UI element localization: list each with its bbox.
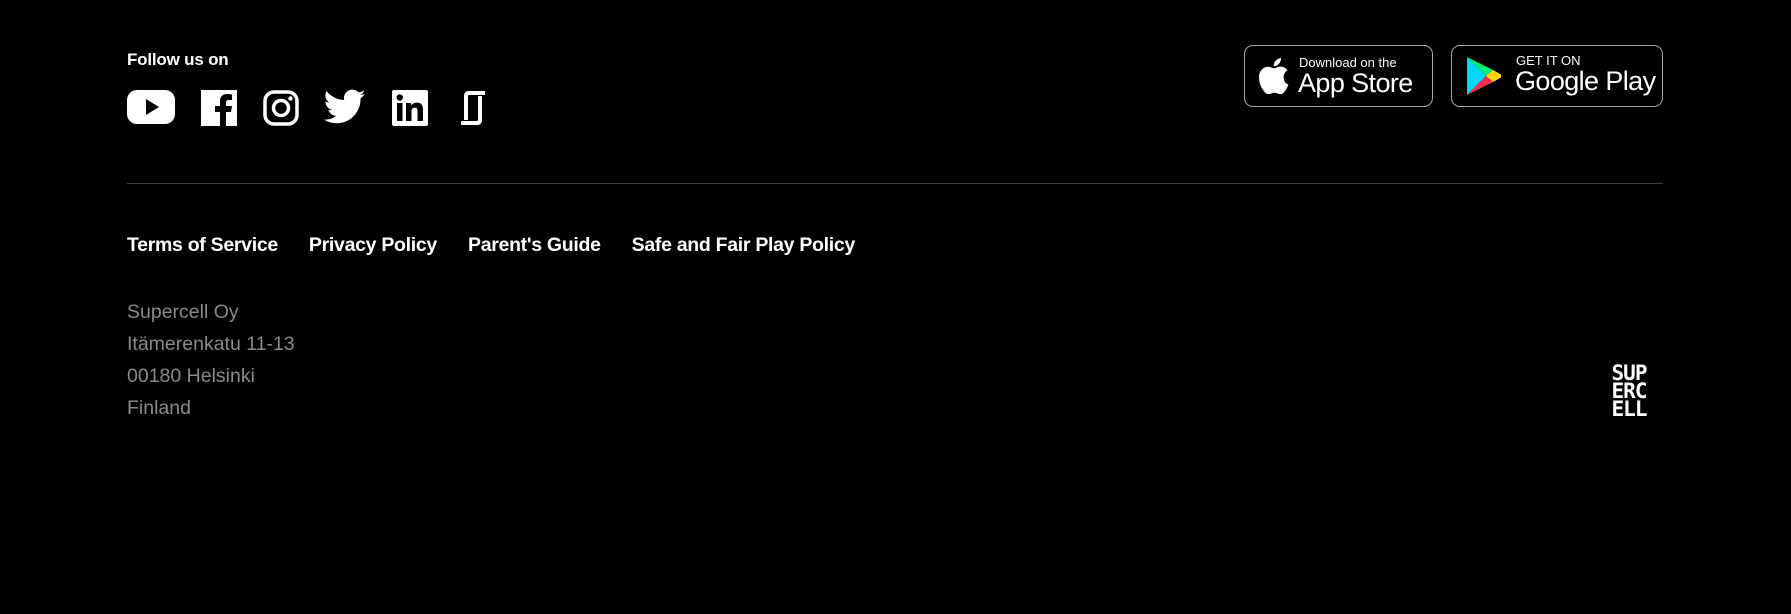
- safe-and-fair-play-policy-link[interactable]: Safe and Fair Play Policy: [632, 234, 856, 257]
- address-company: Supercell Oy: [127, 301, 239, 323]
- site-footer: Follow us on Download on the App Store G…: [127, 0, 1663, 614]
- glassdoor-link[interactable]: [460, 90, 486, 126]
- footer-divider: [127, 183, 1663, 184]
- facebook-link[interactable]: [201, 90, 237, 126]
- address-country: Finland: [127, 397, 191, 419]
- twitter-icon: [324, 89, 366, 124]
- google-play-badge[interactable]: GET IT ON Google Play: [1451, 45, 1663, 107]
- youtube-link[interactable]: [127, 90, 175, 124]
- terms-of-service-link[interactable]: Terms of Service: [127, 234, 278, 257]
- supercell-logo[interactable]: SUP ERC ELL: [1595, 363, 1663, 421]
- app-store-big-text: App Store: [1298, 68, 1413, 98]
- facebook-icon: [201, 90, 237, 126]
- twitter-link[interactable]: [324, 89, 366, 125]
- parents-guide-link[interactable]: Parent's Guide: [468, 234, 601, 257]
- follow-us-label: Follow us on: [127, 50, 229, 69]
- linkedin-icon: [392, 90, 428, 126]
- linkedin-link[interactable]: [392, 90, 428, 126]
- company-address: Supercell Oy Itämerenkatu 11-13 00180 He…: [127, 296, 295, 424]
- instagram-link[interactable]: [263, 90, 299, 126]
- apple-icon: [1259, 58, 1289, 94]
- glassdoor-icon: [461, 91, 485, 125]
- app-store-badge[interactable]: Download on the App Store: [1244, 45, 1433, 107]
- google-play-big-text: Google Play: [1515, 66, 1656, 96]
- google-play-icon: [1467, 57, 1501, 95]
- address-city: 00180 Helsinki: [127, 365, 255, 387]
- instagram-icon: [263, 90, 299, 126]
- privacy-policy-link[interactable]: Privacy Policy: [309, 234, 437, 257]
- address-street: Itämerenkatu 11-13: [127, 333, 295, 355]
- youtube-icon: [127, 90, 175, 124]
- logo-line-3: ELL: [1611, 397, 1648, 421]
- legal-links: Terms of Service Privacy Policy Parent's G…: [127, 234, 886, 257]
